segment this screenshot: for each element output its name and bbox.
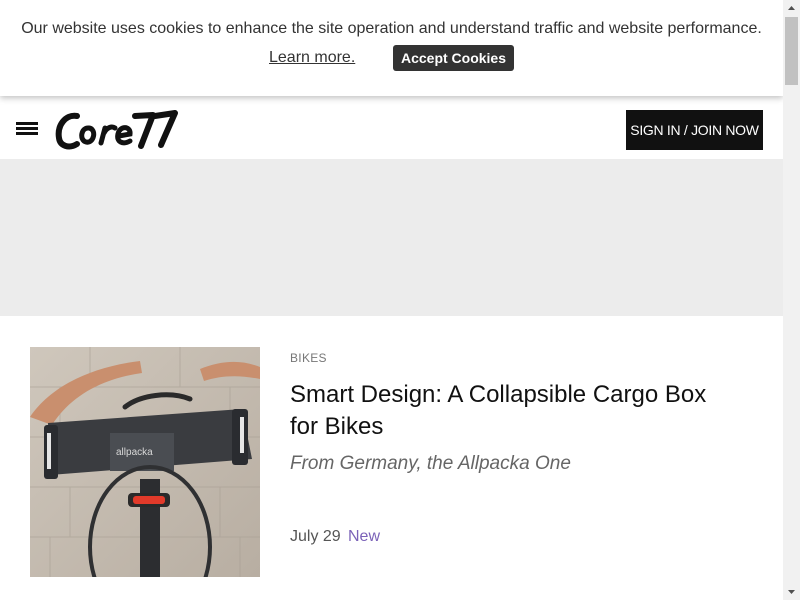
article-date: July 29 xyxy=(290,528,341,545)
article-category[interactable]: BIKES xyxy=(290,351,327,365)
scroll-down-arrow-icon[interactable] xyxy=(783,583,800,600)
ad-placeholder xyxy=(0,159,783,316)
accept-cookies-button[interactable]: Accept Cookies xyxy=(393,45,514,71)
page-viewport: Our website uses cookies to enhance the … xyxy=(0,0,783,600)
article-subtitle: From Germany, the Allpacka One xyxy=(290,453,571,474)
cookie-message: Our website uses cookies to enhance the … xyxy=(21,20,762,37)
article-title[interactable]: Smart Design: A Collapsible Cargo Box fo… xyxy=(290,379,730,443)
cookie-banner: Our website uses cookies to enhance the … xyxy=(0,0,783,96)
scroll-up-arrow-icon[interactable] xyxy=(783,0,800,17)
scrollbar-thumb[interactable] xyxy=(785,17,798,85)
new-badge: New xyxy=(348,528,381,545)
site-header: SIGN IN / JOIN NOW xyxy=(0,96,783,159)
vertical-scrollbar[interactable] xyxy=(783,0,800,600)
sign-in-button[interactable]: SIGN IN / JOIN NOW xyxy=(626,110,763,150)
core77-logo[interactable] xyxy=(55,108,179,152)
hamburger-menu-icon[interactable] xyxy=(16,122,38,136)
article-thumbnail[interactable]: allpacka xyxy=(30,347,260,577)
image-brand-text: allpacka xyxy=(116,447,153,458)
learn-more-link[interactable]: Learn more. xyxy=(269,49,355,67)
